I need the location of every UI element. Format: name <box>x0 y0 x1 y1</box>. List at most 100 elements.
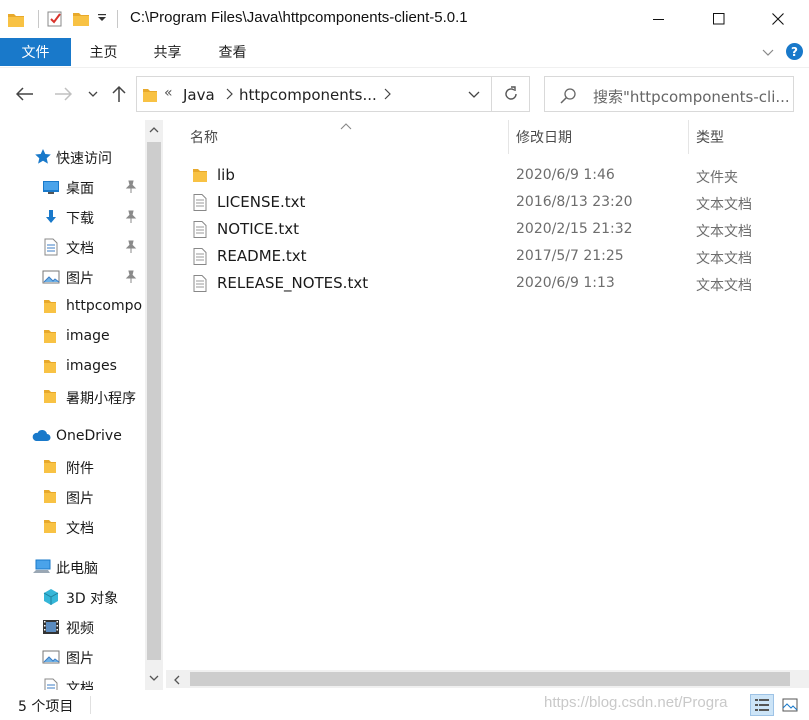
sidebar-item-label: 下载 <box>66 211 94 227</box>
sidebar-item[interactable]: 图片 <box>0 642 145 672</box>
new-folder-icon[interactable] <box>73 12 89 26</box>
back-button[interactable] <box>14 84 36 104</box>
column-header-name[interactable]: 名称 <box>190 120 218 154</box>
column-header-type[interactable]: 类型 <box>696 120 724 154</box>
column-divider[interactable] <box>688 120 689 154</box>
sidebar-item[interactable]: 下载 <box>0 202 145 232</box>
table-row[interactable]: lib 2020/6/9 1:46 文件夹 <box>166 162 809 189</box>
table-row[interactable]: RELEASE_NOTES.txt 2020/6/9 1:13 文本文档 <box>166 270 809 297</box>
breadcrumb-httpcomponents[interactable]: httpcomponents... <box>239 86 377 104</box>
file-date: 2020/6/9 1:46 <box>516 167 615 183</box>
file-date: 2020/6/9 1:13 <box>516 275 615 291</box>
file-name: NOTICE.txt <box>217 220 299 238</box>
sidebar-item-label: 附件 <box>66 461 94 477</box>
minimize-button[interactable] <box>636 0 682 38</box>
address-history-dropdown-icon[interactable] <box>467 89 481 101</box>
navigation-pane: 快速访问 桌面 下载 文档 图片 httpcompo image images 暑期小程序 One… <box>0 120 145 690</box>
scroll-down-icon[interactable] <box>148 672 160 684</box>
pin-icon[interactable] <box>124 210 138 224</box>
forward-button[interactable] <box>52 84 74 104</box>
chevron-right-icon[interactable] <box>223 87 235 101</box>
chevron-down-icon <box>88 91 98 97</box>
arrow-right-icon <box>55 87 72 101</box>
up-button[interactable] <box>108 84 130 104</box>
sidebar-item[interactable]: 图片 <box>0 262 145 292</box>
sidebar-item-label: 文档 <box>66 241 94 257</box>
download-icon <box>42 208 60 226</box>
sidebar-item[interactable]: 文档 <box>0 232 145 262</box>
quick-access-toolbar <box>8 9 126 29</box>
search-box[interactable]: 搜索"httpcomponents-cli... <box>544 76 794 112</box>
pin-icon[interactable] <box>124 270 138 284</box>
folder-icon <box>8 13 24 27</box>
table-row[interactable]: README.txt 2017/5/7 21:25 文本文档 <box>166 243 809 270</box>
maximize-button[interactable] <box>696 0 742 38</box>
scroll-left-icon[interactable] <box>172 674 182 685</box>
chevron-right-icon[interactable] <box>381 87 393 101</box>
properties-icon[interactable] <box>47 11 63 27</box>
refresh-button[interactable] <box>492 76 530 112</box>
tab-file[interactable]: 文件 <box>0 38 71 66</box>
recent-locations-button[interactable] <box>86 84 100 104</box>
status-separator <box>90 696 91 714</box>
tab-share[interactable]: 共享 <box>140 38 195 66</box>
sidebar-item[interactable]: 文档 <box>0 672 145 690</box>
sidebar-item[interactable]: 图片 <box>0 482 145 512</box>
tab-view[interactable]: 查看 <box>205 38 260 66</box>
sidebar-item[interactable]: 视频 <box>0 612 145 642</box>
document-icon <box>42 238 60 256</box>
sidebar-item[interactable]: images <box>0 352 145 382</box>
refresh-icon <box>504 86 517 100</box>
large-icons-view-button[interactable] <box>778 694 802 716</box>
picture-icon <box>42 268 60 286</box>
search-icon <box>559 87 577 105</box>
file-list-horizontal-scrollbar[interactable] <box>166 670 809 688</box>
scrollbar-thumb[interactable] <box>190 672 790 686</box>
address-bar[interactable]: « Java httpcomponents... <box>136 76 492 112</box>
status-bar: 5 个项目 https://blog.csdn.net/Progra <box>0 690 809 720</box>
details-view-button[interactable] <box>750 694 774 716</box>
help-icon: ? <box>791 44 798 59</box>
close-button[interactable] <box>755 0 801 38</box>
text-file-icon <box>192 248 208 265</box>
sidebar-item[interactable]: 附件 <box>0 452 145 482</box>
text-file-icon <box>192 221 208 238</box>
sidebar-item[interactable]: 快速访问 <box>0 142 145 172</box>
item-count: 5 个项目 <box>18 699 74 715</box>
help-button[interactable]: ? <box>786 43 803 60</box>
sidebar-item[interactable]: OneDrive <box>0 422 145 452</box>
file-name: lib <box>217 166 235 184</box>
breadcrumb-overflow[interactable]: « <box>164 85 173 101</box>
navigation-pane-scrollbar[interactable] <box>145 120 163 690</box>
chevron-down-icon <box>762 49 774 56</box>
sidebar-item[interactable]: 桌面 <box>0 172 145 202</box>
breadcrumb-java[interactable]: Java <box>183 86 215 104</box>
sidebar-item-label: 暑期小程序 <box>66 391 136 407</box>
sidebar-item[interactable]: 3D 对象 <box>0 582 145 612</box>
file-date: 2016/8/13 23:20 <box>516 194 633 210</box>
pin-icon[interactable] <box>124 180 138 194</box>
customize-toolbar-dropdown-icon[interactable] <box>97 13 107 26</box>
sidebar-item[interactable]: 文档 <box>0 512 145 542</box>
sidebar-item-label: 桌面 <box>66 181 94 197</box>
column-divider[interactable] <box>508 120 509 154</box>
cube-icon <box>42 588 60 606</box>
table-row[interactable]: LICENSE.txt 2016/8/13 23:20 文本文档 <box>166 189 809 216</box>
tab-home[interactable]: 主页 <box>76 38 131 66</box>
expand-ribbon-button[interactable] <box>760 44 776 60</box>
sidebar-item[interactable]: 此电脑 <box>0 552 145 582</box>
video-icon <box>42 618 60 636</box>
search-input[interactable]: 搜索"httpcomponents-cli... <box>593 86 791 107</box>
pin-icon[interactable] <box>124 240 138 254</box>
table-row[interactable]: NOTICE.txt 2020/2/15 21:32 文本文档 <box>166 216 809 243</box>
column-header-date[interactable]: 修改日期 <box>516 120 572 154</box>
sidebar-item-label: 此电脑 <box>56 561 98 577</box>
file-list: 名称 修改日期 类型 lib 2020/6/9 1:46 文件夹 LICENSE.tx… <box>166 120 809 670</box>
sidebar-item[interactable]: httpcompo <box>0 292 145 322</box>
ribbon-tabs: 文件 主页 共享 查看 ? <box>0 38 809 68</box>
scrollbar-thumb[interactable] <box>147 142 161 660</box>
sidebar-item[interactable]: image <box>0 322 145 352</box>
scroll-up-icon[interactable] <box>148 124 160 136</box>
file-type: 文本文档 <box>696 251 752 267</box>
sidebar-item[interactable]: 暑期小程序 <box>0 382 145 412</box>
